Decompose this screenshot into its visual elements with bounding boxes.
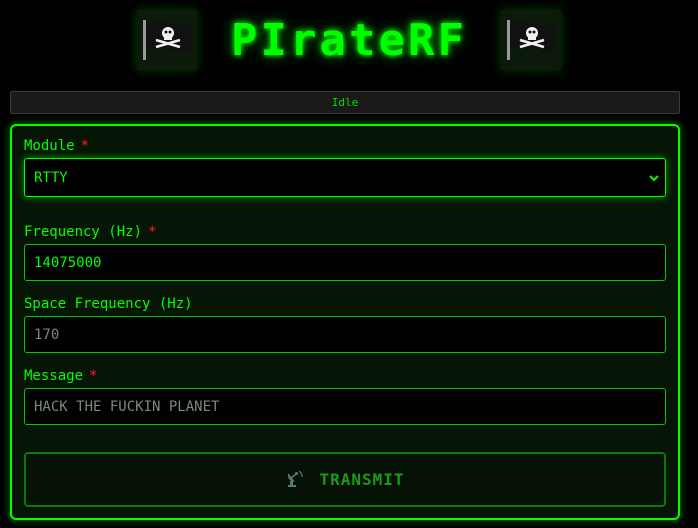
module-selected-value: RTTY [34, 169, 68, 186]
header: PIrateRF [0, 8, 698, 72]
transmit-label: TRANSMIT [319, 470, 405, 489]
app-title: PIrateRF [231, 14, 467, 66]
pirate-flag-icon [137, 10, 198, 70]
required-marker: * [80, 138, 90, 154]
message-label: Message * [24, 368, 97, 384]
frequency-label-text: Frequency (Hz) [24, 224, 143, 240]
frequency-label: Frequency (Hz) * [24, 224, 156, 240]
module-select[interactable]: RTTY [24, 158, 666, 197]
status-bar: Idle [10, 91, 680, 114]
space-frequency-input[interactable]: 170 [24, 316, 666, 353]
module-label-text: Module [24, 138, 75, 154]
required-marker: * [148, 224, 157, 240]
message-input[interactable]: HACK THE FUCKIN PLANET [24, 388, 666, 425]
page: PIrateRF Idle Module * RTTY Frequency (H… [0, 0, 698, 528]
space-frequency-placeholder: 170 [34, 326, 60, 343]
space-frequency-label: Space Frequency (Hz) [24, 296, 193, 312]
pirate-flag-icon [500, 10, 561, 70]
space-frequency-label-text: Space Frequency (Hz) [24, 296, 193, 312]
frequency-input[interactable]: 14075000 [24, 244, 666, 281]
chevron-down-icon [649, 171, 659, 185]
transmit-button[interactable]: TRANSMIT [24, 452, 666, 507]
message-label-text: Message [24, 368, 84, 384]
status-text: Idle [331, 96, 359, 109]
module-label: Module * [24, 138, 89, 154]
frequency-value: 14075000 [34, 254, 102, 271]
satellite-dish-icon [285, 469, 305, 491]
required-marker: * [89, 368, 98, 384]
message-placeholder: HACK THE FUCKIN PLANET [34, 398, 220, 415]
transmit-form: Module * RTTY Frequency (Hz) * 14075000 Sp… [10, 124, 680, 520]
